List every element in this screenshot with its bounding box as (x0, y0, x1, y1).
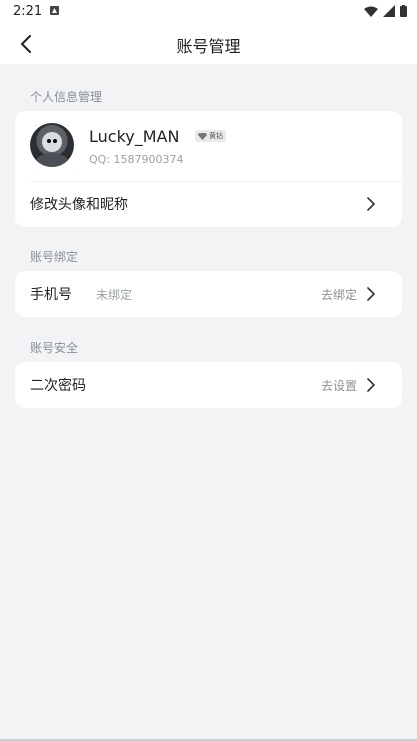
username: Lucky_MAN (89, 127, 180, 146)
qq-number: QQ: 1587900374 (89, 153, 184, 166)
section-label-personal: 个人信息管理 (30, 90, 103, 104)
bind-phone-link[interactable]: 去绑定 (321, 286, 357, 303)
diamond-icon (198, 132, 207, 140)
avatar[interactable] (30, 123, 74, 167)
battery-icon (400, 5, 407, 17)
set-password-link[interactable]: 去设置 (321, 377, 357, 394)
edit-avatar-nickname-row[interactable]: 修改头像和昵称 (15, 181, 402, 227)
badge-text: 黄钻 (209, 132, 223, 140)
page-title: 账号管理 (176, 37, 241, 56)
phone-binding-row[interactable]: 手机号 未绑定 去绑定 (15, 271, 402, 317)
section-label-security: 账号安全 (30, 341, 79, 355)
secondary-password-row[interactable]: 二次密码 去设置 (15, 362, 402, 408)
signal-icon (383, 5, 395, 17)
vip-badge: 黄钻 (195, 130, 226, 142)
chevron-right-icon (367, 378, 375, 392)
chevron-right-icon (367, 287, 375, 301)
profile-row: Lucky_MAN 黄钻 QQ: 1587900374 (15, 111, 402, 181)
section-label-binding: 账号绑定 (30, 250, 79, 264)
phone-label: 手机号 (30, 287, 72, 303)
status-bar: 2:21 (0, 0, 417, 24)
nav-bar: 账号管理 (0, 24, 417, 64)
status-icons (364, 4, 407, 18)
security-card: 二次密码 去设置 (15, 362, 402, 408)
personal-info-card: Lucky_MAN 黄钻 QQ: 1587900374 修改头像和昵称 (15, 111, 402, 227)
app-notification-icon (50, 6, 59, 15)
phone-status: 未绑定 (96, 288, 133, 302)
secondary-password-label: 二次密码 (30, 378, 86, 394)
binding-card: 手机号 未绑定 去绑定 (15, 271, 402, 317)
wifi-icon (364, 6, 378, 17)
edit-avatar-nickname-label: 修改头像和昵称 (30, 197, 128, 213)
status-time: 2:21 (13, 4, 43, 19)
chevron-right-icon (367, 197, 375, 211)
